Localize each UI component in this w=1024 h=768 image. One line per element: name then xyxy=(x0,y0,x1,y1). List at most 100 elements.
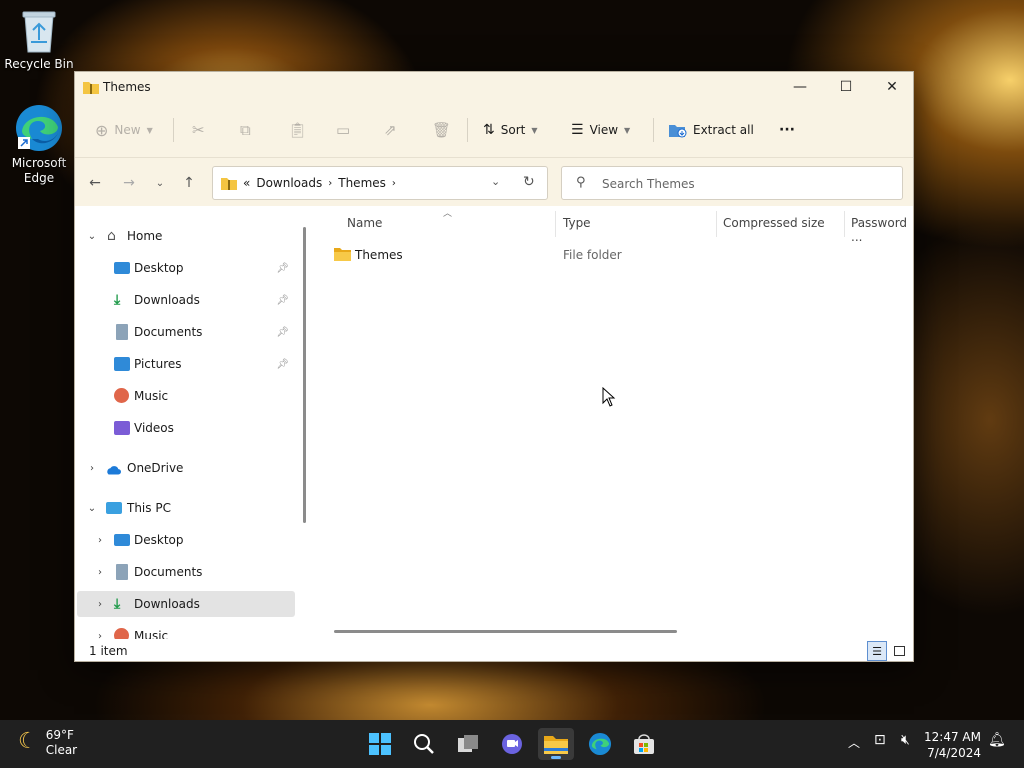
search-input[interactable]: Search Themes xyxy=(602,177,695,191)
address-row: ← → ⌄ ↑ « Downloads › Themes › ⌄ ↻ ⚲ Sea… xyxy=(75,158,913,206)
videos-icon xyxy=(114,421,130,435)
back-button[interactable]: ← xyxy=(83,172,107,194)
forward-button[interactable]: → xyxy=(117,172,141,194)
folder-icon xyxy=(334,248,351,261)
nav-item-desktop[interactable]: Desktop 📌︎ xyxy=(77,255,295,281)
nav-label: Desktop xyxy=(134,261,184,275)
recent-locations-button[interactable]: ⌄ xyxy=(148,172,172,194)
nav-label: Music xyxy=(134,629,169,639)
title-bar[interactable]: Themes — ☐ ✕ xyxy=(75,72,913,102)
view-button[interactable]: ☰ View ▼ xyxy=(571,118,630,142)
chevron-right-icon[interactable]: › xyxy=(392,178,396,189)
details-view-button[interactable]: ☰ xyxy=(867,641,887,661)
up-button[interactable]: ↑ xyxy=(177,172,201,194)
copy-button[interactable]: ⧉ xyxy=(240,118,251,142)
table-row[interactable]: Themes File folder xyxy=(331,243,911,267)
nav-label: OneDrive xyxy=(127,461,184,475)
chevron-down-icon: ▼ xyxy=(624,125,631,135)
nav-item-videos[interactable]: Videos xyxy=(77,415,295,441)
store-taskbar-button[interactable] xyxy=(626,728,662,760)
nav-item-pc-downloads[interactable]: › ⤓ Downloads xyxy=(77,591,295,617)
cut-button[interactable]: ✂ xyxy=(192,118,205,142)
start-button[interactable] xyxy=(362,728,398,760)
column-divider[interactable] xyxy=(844,211,845,237)
pin-icon[interactable]: 📌︎ xyxy=(276,359,289,370)
new-button[interactable]: ⊕ New ▼ xyxy=(95,118,153,142)
chevron-right-icon[interactable]: › xyxy=(93,631,107,640)
tiles-view-button[interactable] xyxy=(889,641,909,661)
pin-icon[interactable]: 📌︎ xyxy=(276,263,289,274)
file-explorer-window: Themes — ☐ ✕ ⊕ New ▼ ✂ ⧉ 📋︎ ▭ ⇗ 🗑︎ ⇅ Sor… xyxy=(74,71,914,662)
notification-bell-icon[interactable]: 🔔︎ xyxy=(988,732,1006,748)
nav-label: Videos xyxy=(134,421,174,435)
desktop-icon-edge[interactable]: Microsoft Edge xyxy=(3,103,75,186)
pin-icon[interactable]: 📌︎ xyxy=(276,295,289,306)
column-divider[interactable] xyxy=(555,211,556,237)
address-bar[interactable]: « Downloads › Themes › ⌄ ↻ xyxy=(212,166,548,200)
refresh-button[interactable]: ↻ xyxy=(523,174,535,190)
nav-item-this-pc[interactable]: ⌄ This PC xyxy=(77,495,295,521)
navigation-pane[interactable]: ⌄ ⌂ Home Desktop 📌︎ ⤓ Downloads 📌︎ Docum… xyxy=(75,211,297,639)
file-list[interactable]: ︿ Name Type Compressed size Password ...… xyxy=(313,209,913,639)
address-history-dropdown[interactable]: ⌄ xyxy=(491,175,500,188)
show-hidden-icons-button[interactable]: ︿ xyxy=(848,734,860,751)
chevron-right-icon[interactable]: › xyxy=(93,535,107,546)
search-icon: ⚲ xyxy=(576,175,586,190)
column-header-compressed-size[interactable]: Compressed size xyxy=(723,216,825,230)
teams-chat-button[interactable] xyxy=(494,728,530,760)
paste-button[interactable]: 📋︎ xyxy=(288,118,307,142)
chevron-right-icon[interactable]: › xyxy=(93,567,107,578)
network-icon[interactable]: ⊡ xyxy=(874,732,886,748)
nav-item-pictures[interactable]: Pictures 📌︎ xyxy=(77,351,295,377)
document-icon xyxy=(116,324,128,340)
chevron-right-icon[interactable]: › xyxy=(85,463,99,474)
column-header-password[interactable]: Password ... xyxy=(851,216,913,244)
nav-item-downloads[interactable]: ⤓ Downloads 📌︎ xyxy=(77,287,295,313)
scissors-icon: ✂ xyxy=(192,121,205,139)
chevron-down-icon[interactable]: ⌄ xyxy=(85,503,99,514)
column-divider[interactable] xyxy=(716,211,717,237)
trash-icon: 🗑︎ xyxy=(432,121,452,139)
more-options-button[interactable]: ··· xyxy=(779,118,795,142)
column-header-name[interactable]: Name xyxy=(347,216,382,230)
desktop-icon-recycle-bin[interactable]: Recycle Bin xyxy=(3,8,75,72)
close-button[interactable]: ✕ xyxy=(869,72,913,102)
chat-icon xyxy=(502,734,522,754)
search-box[interactable]: ⚲ Search Themes xyxy=(561,166,903,200)
delete-button[interactable]: 🗑︎ xyxy=(432,118,451,142)
breadcrumb-themes[interactable]: Themes xyxy=(338,176,386,190)
windows-logo-icon xyxy=(369,733,391,755)
nav-item-onedrive[interactable]: › OneDrive xyxy=(77,455,295,481)
recycle-bin-icon xyxy=(22,11,56,53)
chevron-right-icon[interactable]: › xyxy=(328,178,332,189)
breadcrumb-overflow[interactable]: « xyxy=(243,176,250,190)
nav-item-pc-music[interactable]: › Music xyxy=(77,623,295,639)
share-button[interactable]: ⇗ xyxy=(384,118,397,142)
nav-item-documents[interactable]: Documents 📌︎ xyxy=(77,319,295,345)
pin-icon[interactable]: 📌︎ xyxy=(276,327,289,338)
maximize-button[interactable]: ☐ xyxy=(823,72,869,102)
edge-taskbar-button[interactable] xyxy=(582,728,618,760)
rename-button[interactable]: ▭ xyxy=(336,118,350,142)
nav-scrollbar[interactable] xyxy=(303,227,306,523)
sort-button[interactable]: ⇅ Sort ▼ xyxy=(483,118,538,142)
weather-widget[interactable]: ☾ 69°F Clear xyxy=(18,728,77,758)
clock[interactable]: 12:47 AM 7/4/2024 xyxy=(924,729,981,761)
nav-item-music[interactable]: Music xyxy=(77,383,295,409)
command-bar: ⊕ New ▼ ✂ ⧉ 📋︎ ▭ ⇗ 🗑︎ ⇅ Sort ▼ ☰ View ▼ xyxy=(75,102,913,158)
nav-item-pc-documents[interactable]: › Documents xyxy=(77,559,295,585)
task-view-button[interactable] xyxy=(450,728,486,760)
chevron-right-icon[interactable]: › xyxy=(93,599,107,610)
extract-all-button[interactable]: Extract all xyxy=(669,118,754,142)
file-explorer-taskbar-button[interactable] xyxy=(538,728,574,760)
status-bar: 1 item ☰ xyxy=(75,639,913,661)
horizontal-scrollbar[interactable] xyxy=(334,630,677,633)
minimize-button[interactable]: — xyxy=(777,72,823,102)
chevron-down-icon[interactable]: ⌄ xyxy=(85,231,99,242)
search-taskbar-button[interactable] xyxy=(406,728,442,760)
nav-item-home[interactable]: ⌄ ⌂ Home xyxy=(77,223,295,249)
breadcrumb-downloads[interactable]: Downloads xyxy=(256,176,322,190)
column-header-type[interactable]: Type xyxy=(563,216,591,230)
nav-item-pc-desktop[interactable]: › Desktop xyxy=(77,527,295,553)
volume-muted-icon[interactable]: 🔇︎ xyxy=(901,732,910,748)
